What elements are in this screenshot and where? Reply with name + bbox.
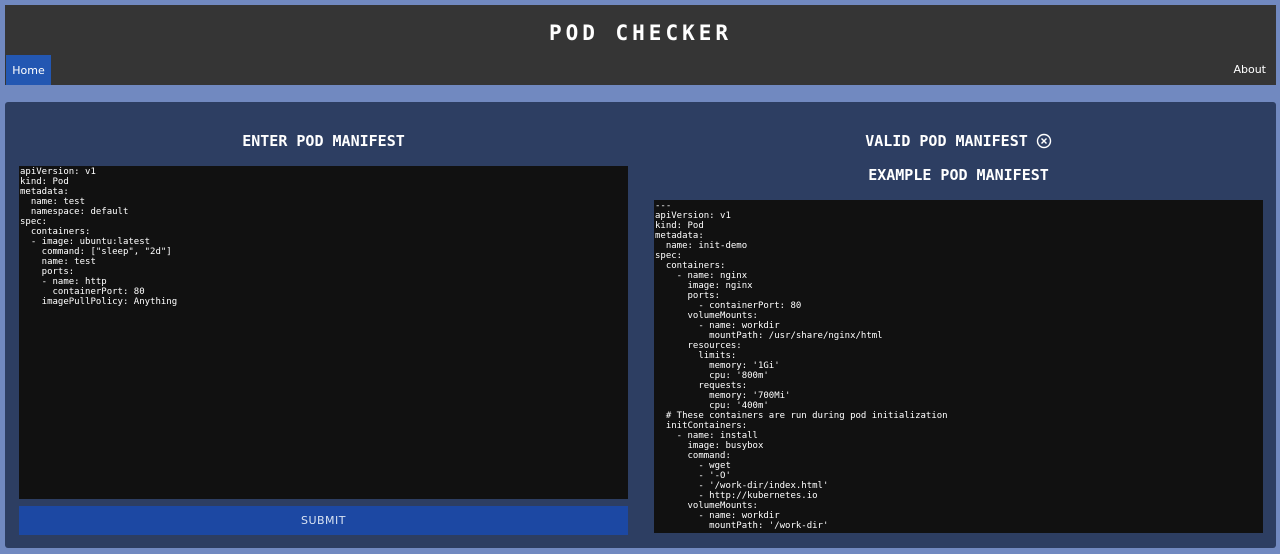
example-manifest-title: EXAMPLE POD MANIFEST (868, 166, 1049, 184)
app-header: POD CHECKER Home About (5, 5, 1276, 85)
nav-home-tab[interactable]: Home (6, 55, 51, 85)
nav-about-link[interactable]: About (1233, 63, 1266, 76)
validation-status: VALID POD MANIFEST (654, 132, 1263, 150)
example-manifest-code: --- apiVersion: v1 kind: Pod metadata: n… (655, 201, 948, 531)
main-panel: ENTER POD MANIFEST SUBMIT VALID POD MANI… (5, 102, 1276, 548)
submit-button[interactable]: SUBMIT (19, 506, 628, 535)
app-title: POD CHECKER (548, 21, 733, 45)
manifest-editor[interactable] (19, 166, 628, 499)
validation-status-label: VALID POD MANIFEST (865, 132, 1028, 150)
close-circle-icon[interactable] (1036, 133, 1052, 149)
example-manifest-box[interactable]: --- apiVersion: v1 kind: Pod metadata: n… (654, 200, 1263, 533)
enter-manifest-title: ENTER POD MANIFEST (242, 132, 405, 150)
